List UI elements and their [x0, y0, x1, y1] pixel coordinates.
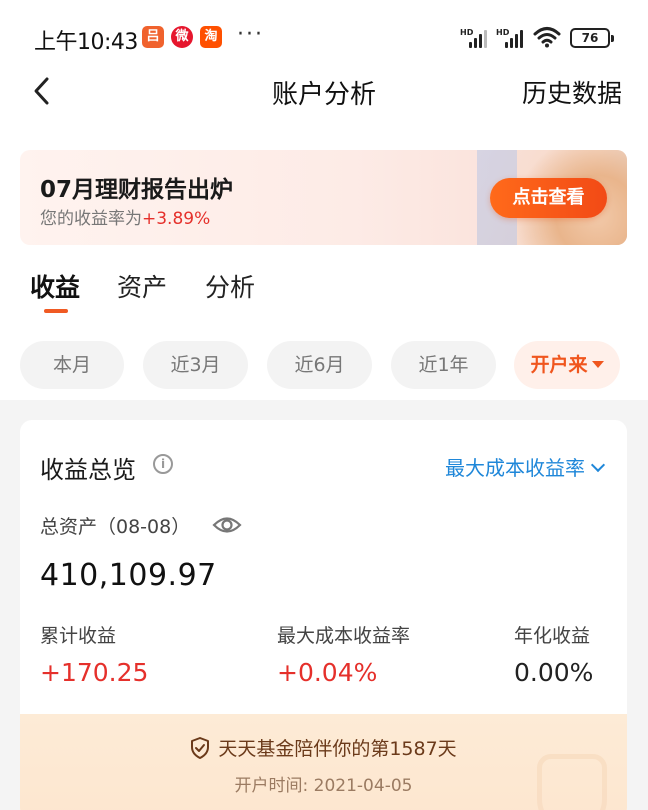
- status-bar: 上午10:43 吕 微 淘 ··· HD HD 76: [0, 0, 648, 70]
- max-cost-yield-value: +0.04%: [277, 658, 378, 687]
- account-open-date: 开户时间: 2021-04-05: [234, 776, 413, 796]
- signal-hd-icon-1: HD: [460, 28, 490, 48]
- yield-mode-selector[interactable]: 最大成本收益率: [445, 452, 606, 481]
- app-icon-1: 吕: [142, 26, 164, 48]
- companion-message: 天天基金陪伴你的第1587天: [20, 734, 627, 761]
- period-6-months[interactable]: 近6月: [267, 341, 372, 389]
- total-assets-value: 410,109.97: [40, 558, 217, 593]
- banner-rate: +3.89%: [142, 209, 211, 229]
- active-tab-indicator: [44, 309, 68, 313]
- signal-hd-icon-2: HD: [496, 28, 526, 48]
- taobao-icon: 淘: [200, 26, 222, 48]
- tab-earnings[interactable]: 收益: [30, 268, 80, 304]
- period-since-opening-label: 开户来: [530, 354, 588, 376]
- cumulative-earnings-value: +170.25: [40, 658, 149, 687]
- annualized-yield-value: 0.00%: [514, 658, 594, 687]
- more-notifications-icon: ···: [237, 22, 264, 47]
- history-data-link[interactable]: 历史数据: [522, 74, 622, 110]
- period-this-month[interactable]: 本月: [20, 341, 124, 389]
- companion-footer: 天天基金陪伴你的第1587天 开户时间: 2021-04-05: [20, 714, 627, 810]
- wifi-icon: [533, 27, 561, 48]
- chevron-down-icon: [590, 457, 606, 473]
- period-3-months[interactable]: 近3月: [143, 341, 248, 389]
- overview-title: 收益总览: [40, 456, 136, 484]
- tab-assets[interactable]: 资产: [117, 268, 167, 304]
- weibo-icon: 微: [171, 26, 193, 48]
- status-time: 上午10:43: [34, 30, 138, 55]
- max-cost-yield-label: 最大成本收益率: [277, 625, 411, 647]
- period-since-opening[interactable]: 开户来: [514, 341, 620, 389]
- eye-icon[interactable]: [212, 514, 242, 536]
- yield-mode-label: 最大成本收益率: [445, 456, 585, 480]
- earnings-overview-card: 收益总览 i 最大成本收益率 总资产（08-08） 410,109.97 累计收…: [20, 420, 627, 810]
- cumulative-earnings-label: 累计收益: [40, 625, 117, 647]
- annualized-yield-label: 年化收益: [514, 625, 591, 647]
- shield-check-icon: [191, 737, 210, 759]
- period-1-year[interactable]: 近1年: [391, 341, 496, 389]
- banner-subtitle-prefix: 您的收益率为: [40, 209, 142, 229]
- banner-subtitle: 您的收益率为+3.89%: [40, 204, 210, 229]
- view-report-button[interactable]: 点击查看: [490, 178, 607, 218]
- banner-title: 07月理财报告出炉: [40, 177, 234, 203]
- info-icon[interactable]: i: [153, 454, 173, 474]
- tab-analysis[interactable]: 分析: [205, 268, 255, 304]
- total-assets-label: 总资产（08-08）: [40, 516, 191, 538]
- report-banner[interactable]: 07月理财报告出炉 您的收益率为+3.89% 点击查看: [20, 150, 627, 245]
- battery-indicator: 76: [570, 28, 614, 48]
- dropdown-caret-icon: [591, 361, 604, 368]
- companion-days-text: 天天基金陪伴你的第1587天: [218, 738, 457, 760]
